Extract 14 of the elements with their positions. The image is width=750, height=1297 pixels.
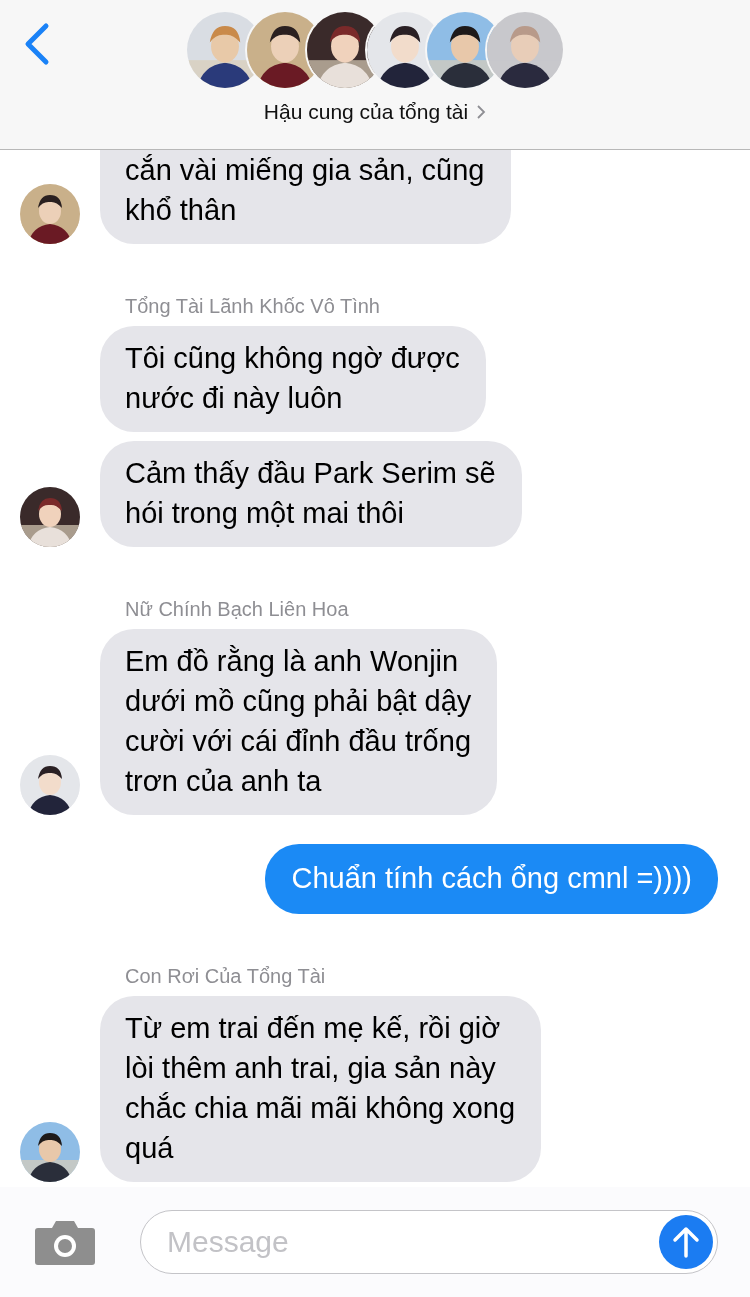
message-field[interactable]: Message <box>140 1210 718 1274</box>
send-button[interactable] <box>659 1215 713 1269</box>
message-bubble: Từ em trai đến mẹ kế, rồi giờ lòi thêm anh trai, gia sản này chắc chia mãi mãi không xong quá <box>100 996 542 1182</box>
message-bubble: cắn vài miếng gia sản, cũng khổ thân <box>100 150 511 244</box>
message-bubble: Tôi cũng không ngờ được nước đi này luôn <box>100 326 486 432</box>
sender-name: Nữ Chính Bạch Liên Hoa <box>125 598 350 621</box>
sender-name: Con Rơi Của Tổng Tài <box>125 965 327 988</box>
camera-icon[interactable] <box>34 1218 96 1266</box>
chevron-icon[interactable] <box>476 104 487 120</box>
message-bubble: Cảm thấy đầu Park Serim sẽ hói trong một mai thôi <box>100 441 522 547</box>
message-bubble: Chuẩn tính cách ổng cmnl =)))) <box>265 844 718 914</box>
chat-title[interactable]: Hậu cung của tổng tài <box>263 100 469 124</box>
message-bubble: Em đồ rằng là anh Wonjin dưới mồ cũng phải bật dậy cười với cái đỉnh đầu trống trơn của anh ta <box>100 629 498 815</box>
sender-name: Tổng Tài Lãnh Khốc Vô Tình <box>125 295 381 318</box>
